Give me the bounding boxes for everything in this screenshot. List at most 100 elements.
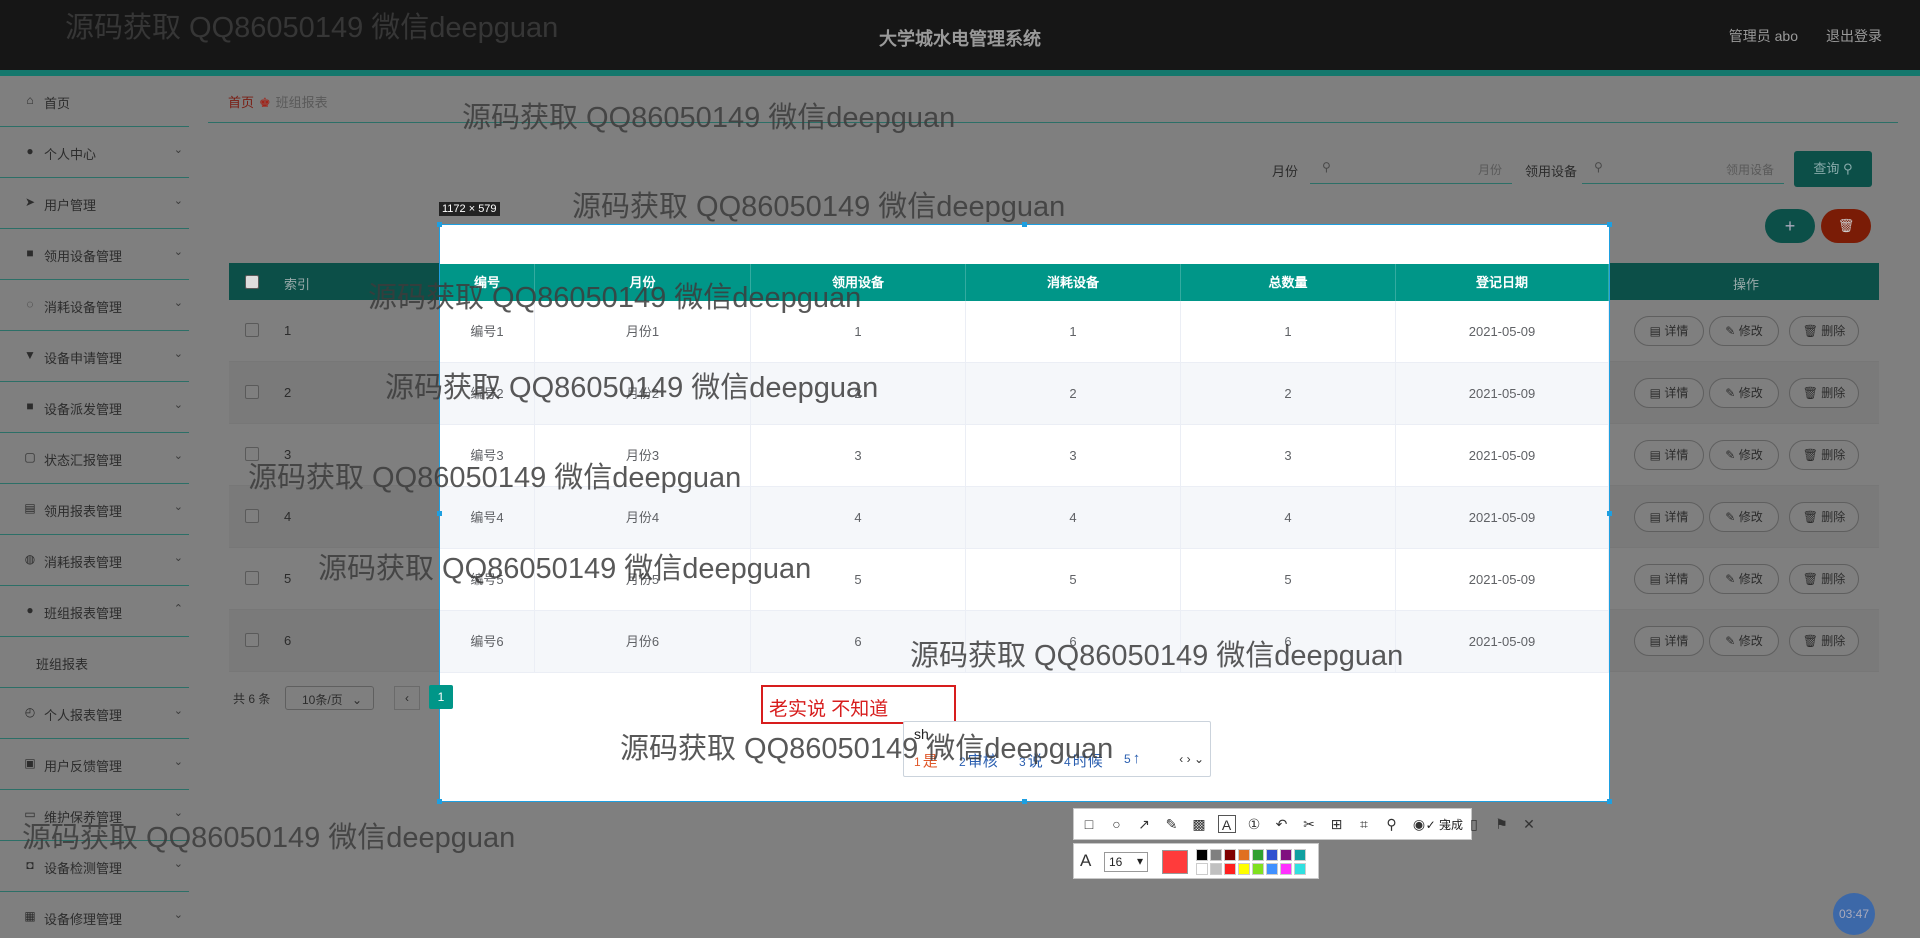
- rectangle-icon[interactable]: □: [1080, 815, 1098, 833]
- resize-handle[interactable]: [1022, 222, 1027, 227]
- detail-button[interactable]: ▤ 详情: [1634, 440, 1704, 470]
- row-checkbox[interactable]: [245, 447, 259, 461]
- sidebar-item[interactable]: ■ 领用设备管理 ⌄: [0, 229, 189, 280]
- bookmark-icon[interactable]: ⚑: [1493, 815, 1511, 833]
- detail-button[interactable]: ▤ 详情: [1634, 316, 1704, 346]
- resize-handle[interactable]: [437, 511, 442, 516]
- add-button[interactable]: +: [1765, 209, 1815, 243]
- phone-icon[interactable]: ▯: [1465, 815, 1483, 833]
- ime-candidate[interactable]: 1是: [914, 750, 938, 771]
- delete-button[interactable]: 🗑 删除: [1789, 440, 1859, 470]
- record-icon[interactable]: ◉: [1410, 815, 1428, 833]
- batch-delete-button[interactable]: 🗑: [1821, 209, 1871, 243]
- color-swatch[interactable]: [1294, 849, 1306, 861]
- color-swatch[interactable]: [1252, 863, 1264, 875]
- color-swatch[interactable]: [1280, 863, 1292, 875]
- sidebar-item[interactable]: ▤ 领用报表管理 ⌄: [0, 484, 189, 535]
- sidebar-item[interactable]: ▼ 设备申请管理 ⌄: [0, 331, 189, 382]
- resize-handle[interactable]: [1607, 799, 1612, 804]
- detail-button[interactable]: ▤ 详情: [1634, 564, 1704, 594]
- color-swatch[interactable]: [1238, 863, 1250, 875]
- color-swatch[interactable]: [1266, 849, 1278, 861]
- resize-handle[interactable]: [437, 222, 442, 227]
- font-size-select[interactable]: 16 ▾: [1104, 852, 1148, 872]
- sidebar-item[interactable]: ◴ 个人报表管理 ⌄: [0, 688, 189, 739]
- row-checkbox[interactable]: [245, 571, 259, 585]
- resize-handle[interactable]: [1022, 799, 1027, 804]
- logout-link[interactable]: 退出登录: [1826, 26, 1882, 46]
- mosaic-icon[interactable]: ▩: [1190, 815, 1208, 833]
- sidebar-item[interactable]: ◘ 设备检测管理 ⌄: [0, 841, 189, 892]
- delete-button[interactable]: 🗑 删除: [1789, 378, 1859, 408]
- text-annotation-box[interactable]: 老实说 不知道: [761, 685, 956, 724]
- sidebar-item[interactable]: ● 个人中心 ⌄: [0, 127, 189, 178]
- color-swatch[interactable]: [1224, 863, 1236, 875]
- page-size-select[interactable]: 10条/页 ⌄: [285, 686, 374, 710]
- ime-candidate-window[interactable]: sh ‹ › ⌄ 1 是 2 审核 3 说 4 时候 5 ↑: [903, 721, 1211, 777]
- device-search-input[interactable]: ⚲ 领用设备: [1582, 152, 1784, 184]
- delete-button[interactable]: 🗑 删除: [1789, 564, 1859, 594]
- month-search-input[interactable]: ⚲ 月份: [1310, 152, 1512, 184]
- delete-button[interactable]: 🗑 删除: [1789, 316, 1859, 346]
- ocr-icon[interactable]: ⊞: [1328, 815, 1346, 833]
- current-color-swatch[interactable]: [1162, 850, 1188, 874]
- sidebar-item[interactable]: ▢ 状态汇报管理 ⌄: [0, 433, 189, 484]
- row-checkbox[interactable]: [245, 323, 259, 337]
- row-checkbox[interactable]: [245, 509, 259, 523]
- edit-button[interactable]: ✎ 修改: [1709, 316, 1779, 346]
- detail-button[interactable]: ▤ 详情: [1634, 378, 1704, 408]
- color-swatch[interactable]: [1210, 849, 1222, 861]
- detail-button[interactable]: ▤ 详情: [1634, 626, 1704, 656]
- row-checkbox[interactable]: [245, 633, 259, 647]
- query-button[interactable]: 查询 ⚲: [1794, 151, 1872, 187]
- row-checkbox[interactable]: [245, 385, 259, 399]
- screenshot-selection[interactable]: 编号 月份 领用设备 消耗设备 总数量 登记日期 编号1 月份1 1 1 1 2021-05-09 编…: [429, 222, 1612, 804]
- edit-button[interactable]: ✎ 修改: [1709, 440, 1779, 470]
- save-icon[interactable]: ⤓: [1438, 815, 1456, 833]
- sidebar-item[interactable]: ◍ 消耗报表管理 ⌄: [0, 535, 189, 586]
- close-icon[interactable]: ✕: [1520, 815, 1538, 833]
- ime-candidate[interactable]: 3说: [1019, 750, 1043, 771]
- delete-button[interactable]: 🗑 删除: [1789, 502, 1859, 532]
- breadcrumb-home[interactable]: 首页: [228, 95, 254, 110]
- resize-handle[interactable]: [1607, 222, 1612, 227]
- pen-icon[interactable]: ✎: [1163, 815, 1181, 833]
- ime-candidate[interactable]: 4 时候: [1064, 750, 1103, 771]
- color-swatch[interactable]: [1280, 849, 1292, 861]
- pin-icon[interactable]: ⚲: [1383, 815, 1401, 833]
- edit-button[interactable]: ✎ 修改: [1709, 626, 1779, 656]
- select-all-checkbox[interactable]: [245, 275, 259, 289]
- color-swatch[interactable]: [1294, 863, 1306, 875]
- edit-button[interactable]: ✎ 修改: [1709, 378, 1779, 408]
- color-swatch[interactable]: [1196, 863, 1208, 875]
- sidebar-item[interactable]: ■ 设备派发管理 ⌄: [0, 382, 189, 433]
- text-icon[interactable]: A: [1217, 815, 1236, 833]
- edit-button[interactable]: ✎ 修改: [1709, 564, 1779, 594]
- color-swatch[interactable]: [1224, 849, 1236, 861]
- resize-handle[interactable]: [1607, 511, 1612, 516]
- color-swatch[interactable]: [1266, 863, 1278, 875]
- edit-button[interactable]: ✎ 修改: [1709, 502, 1779, 532]
- ime-candidate[interactable]: 5 ↑: [1124, 750, 1140, 767]
- sidebar-item[interactable]: ⌂ 首页: [0, 76, 189, 127]
- sidebar-item[interactable]: ◌ 消耗设备管理 ⌄: [0, 280, 189, 331]
- sidebar-item[interactable]: ➤ 用户管理 ⌄: [0, 178, 189, 229]
- sidebar-subitem[interactable]: 班组报表: [0, 637, 189, 688]
- sidebar-item[interactable]: ▦ 设备修理管理 ⌄: [0, 892, 189, 938]
- cut-icon[interactable]: ✂: [1300, 815, 1318, 833]
- resize-handle[interactable]: [437, 799, 442, 804]
- color-swatch[interactable]: [1196, 849, 1208, 861]
- sidebar-item[interactable]: ▣ 用户反馈管理 ⌄: [0, 739, 189, 790]
- ime-candidate[interactable]: 2 审核: [959, 750, 998, 771]
- current-page-button[interactable]: 1: [429, 685, 453, 709]
- detail-button[interactable]: ▤ 详情: [1634, 502, 1704, 532]
- undo-icon[interactable]: ↶: [1273, 815, 1291, 833]
- color-swatch[interactable]: [1210, 863, 1222, 875]
- prev-page-button[interactable]: ‹: [394, 686, 420, 710]
- arrow-icon[interactable]: ↗: [1135, 815, 1153, 833]
- color-swatch[interactable]: [1252, 849, 1264, 861]
- scroll-capture-icon[interactable]: ⌗: [1355, 815, 1373, 833]
- sidebar-item[interactable]: ▭ 维护保养管理 ⌄: [0, 790, 189, 841]
- number-icon[interactable]: ①: [1245, 815, 1263, 833]
- sidebar-item[interactable]: ● 班组报表管理 ⌃: [0, 586, 189, 637]
